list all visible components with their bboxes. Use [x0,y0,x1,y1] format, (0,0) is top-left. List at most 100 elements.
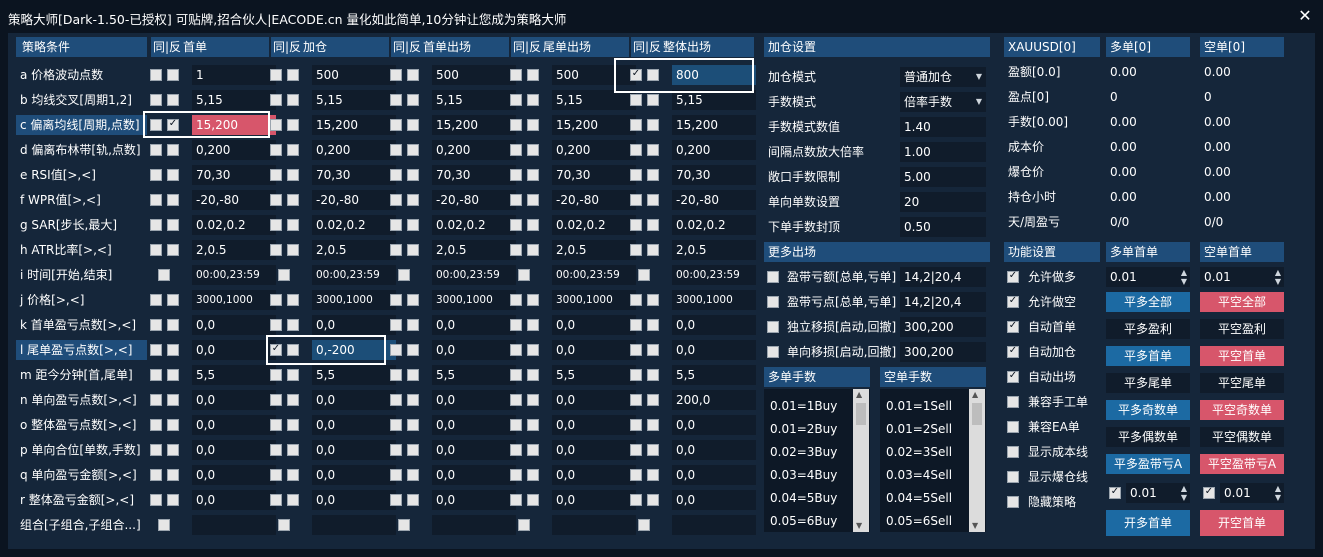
condition-value-input[interactable]: 0,0 [192,340,276,360]
condition-value-input[interactable]: 0,200 [192,140,276,160]
checkbox-tong[interactable] [390,119,402,131]
checkbox-fan[interactable] [407,444,419,456]
checkbox-fan[interactable] [407,219,419,231]
condition-value-input[interactable]: 0,0 [552,465,636,485]
checkbox-tong[interactable] [510,244,522,256]
checkbox-fan[interactable] [527,94,539,106]
close-buy-button[interactable]: 平多首单 [1106,346,1190,366]
checkbox-fan[interactable] [407,69,419,81]
condition-value-input[interactable]: 0,0 [552,415,636,435]
more-exit-input[interactable]: 300,200 [900,317,986,337]
checkbox-tong[interactable] [390,369,402,381]
checkbox-fan[interactable] [167,219,179,231]
func-checkbox[interactable] [1007,270,1019,283]
close-buy-button[interactable]: 平多盈利 [1106,319,1190,339]
list-item[interactable]: 0.01=2Sell [886,422,952,436]
checkbox-tong[interactable] [510,494,522,506]
checkbox-fan[interactable] [287,119,299,131]
condition-value-input[interactable]: 5,15 [192,90,276,110]
checkbox-tong[interactable] [510,94,522,106]
checkbox-fan[interactable] [527,294,539,306]
condition-label[interactable]: f WPR值[>,<] [16,190,147,210]
checkbox-single[interactable] [398,519,410,531]
condition-value-input[interactable]: 0,0 [192,490,276,510]
checkbox-fan[interactable] [647,369,659,381]
condition-label[interactable]: g SAR[步长,最大] [16,215,147,235]
checkbox-tong[interactable] [390,444,402,456]
condition-value-input[interactable]: 0,0 [432,340,516,360]
checkbox-tong[interactable] [390,244,402,256]
condition-value-input[interactable]: 0,0 [312,390,396,410]
condition-label[interactable]: a 价格波动点数 [16,65,147,85]
checkbox-tong[interactable] [270,119,282,131]
func-checkbox[interactable] [1007,370,1019,383]
checkbox-fan[interactable] [407,369,419,381]
checkbox-fan[interactable] [527,244,539,256]
checkbox-fan[interactable] [527,144,539,156]
func-label[interactable]: 兼容手工单 [1028,392,1088,412]
scroll-down-icon[interactable]: ▼ [856,521,862,530]
checkbox-tong[interactable] [630,119,642,131]
condition-value-input[interactable]: 500 [312,65,396,85]
condition-value-input[interactable]: 0,0 [312,490,396,510]
condition-value-input[interactable]: 0,0 [312,465,396,485]
condition-label[interactable]: i 时间[开始,结束] [16,265,147,285]
condition-value-input[interactable]: 0,0 [672,340,756,360]
checkbox-fan[interactable] [287,94,299,106]
checkbox-single[interactable] [518,519,530,531]
more-exit-checkbox[interactable] [767,296,779,308]
condition-value-input[interactable]: -20,-80 [432,190,516,210]
checkbox-fan[interactable] [287,444,299,456]
func-checkbox[interactable] [1007,446,1019,458]
checkbox-fan[interactable] [167,169,179,181]
checkbox-fan[interactable] [407,119,419,131]
condition-value-input[interactable]: 5,15 [432,90,516,110]
checkbox-fan[interactable] [287,494,299,506]
checkbox-tong[interactable] [390,344,402,356]
condition-value-input[interactable]: 0,0 [552,340,636,360]
close-sell-button[interactable]: 平空盈带亏A [1200,454,1284,474]
condition-value-input[interactable]: 15,200 [672,115,756,135]
spinner-icon[interactable]: ▲ ▼ [1275,484,1281,502]
open-sell-button[interactable]: 开空首单 [1200,510,1284,536]
condition-value-input[interactable]: 0,0 [672,490,756,510]
condition-label[interactable]: q 单向盈亏金额[>,<] [16,465,147,485]
checkbox-tong[interactable] [630,394,642,406]
func-checkbox[interactable] [1007,295,1019,308]
checkbox-tong[interactable] [390,94,402,106]
condition-value-input[interactable] [672,515,756,535]
checkbox-fan[interactable] [527,394,539,406]
checkbox-tong[interactable] [270,194,282,206]
close-sell-button[interactable]: 平空偶数单 [1200,427,1284,447]
checkbox-tong[interactable] [270,144,282,156]
checkbox-tong[interactable] [510,344,522,356]
checkbox-tong[interactable] [390,194,402,206]
func-label[interactable]: 自动首单 [1028,317,1076,337]
checkbox-fan[interactable] [527,344,539,356]
checkbox-tong[interactable] [630,419,642,431]
condition-value-input[interactable]: 0.02,0.2 [432,215,516,235]
checkbox-tong[interactable] [270,94,282,106]
condition-value-input[interactable]: 0,0 [672,415,756,435]
list-item[interactable]: 0.01=1Sell [886,399,952,413]
condition-value-input[interactable]: 3000,1000 [192,290,276,310]
condition-value-input[interactable] [312,515,396,535]
func-checkbox[interactable] [1007,396,1019,408]
buy_lot-stepper[interactable]: 0.01 ▲ ▼ [1106,267,1190,287]
checkbox-single[interactable] [278,269,290,281]
checkbox-single[interactable] [398,269,410,281]
checkbox-tong[interactable] [510,469,522,481]
more-exit-checkbox[interactable] [767,346,779,358]
condition-value-input[interactable]: 15,200 [432,115,516,135]
condition-value-input[interactable]: 0,0 [192,415,276,435]
func-label[interactable]: 允许做多 [1028,267,1076,287]
add-setting-select[interactable]: 普通加仓 ▼ [900,67,986,87]
checkbox-tong[interactable] [150,244,162,256]
checkbox-tong[interactable] [630,469,642,481]
condition-value-input[interactable]: 0,0 [672,440,756,460]
condition-value-input[interactable]: 15,200 [552,115,636,135]
checkbox-fan[interactable] [527,369,539,381]
checkbox-fan[interactable] [527,219,539,231]
scroll-down-icon[interactable]: ▼ [972,521,978,530]
condition-value-input[interactable]: 0,0 [432,490,516,510]
